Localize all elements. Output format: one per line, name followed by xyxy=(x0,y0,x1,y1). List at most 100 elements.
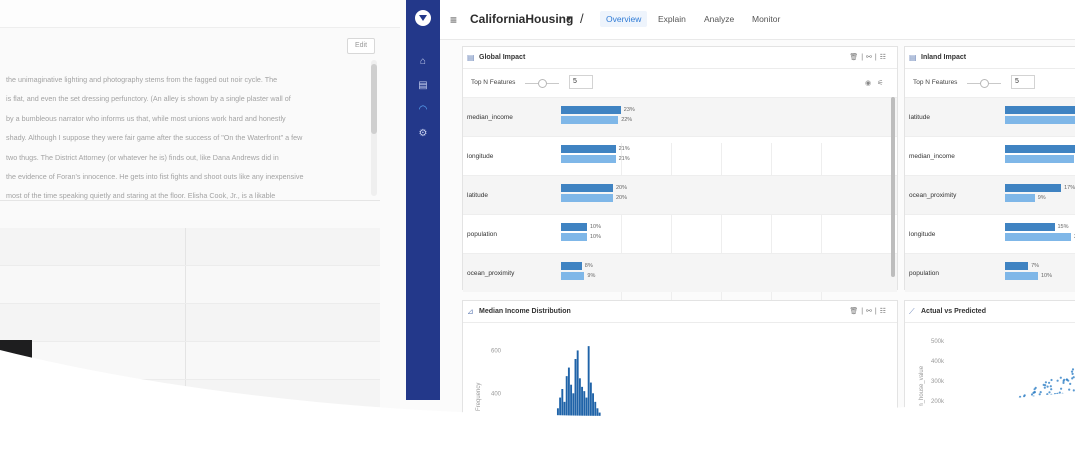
feature-row[interactable]: population 10% 10% xyxy=(463,214,897,253)
histogram-bar xyxy=(611,436,614,473)
bar-value-label: 20% xyxy=(616,195,628,201)
y-tick-label: 200 xyxy=(491,434,502,440)
feature-row[interactable]: ocean_proximity 8% 9% xyxy=(463,253,897,292)
app-logo[interactable] xyxy=(415,10,431,26)
feature-row[interactable]: median_income 23% 22% xyxy=(463,97,897,136)
histogram-bar xyxy=(554,423,557,473)
y-tick-label: 300k xyxy=(931,379,945,385)
y-tick-label: 500k xyxy=(931,339,945,345)
feature-row[interactable]: population 7% 10% xyxy=(905,253,1075,292)
project-title[interactable]: CaliforniaHousing xyxy=(470,12,573,26)
scatter-point xyxy=(1053,393,1057,396)
scatter-point xyxy=(993,415,997,418)
histogram-bar xyxy=(552,434,555,473)
document-scrollbar[interactable] xyxy=(371,60,377,196)
histogram-bar xyxy=(627,453,630,473)
feature-name: latitude xyxy=(909,114,930,121)
tab-overview[interactable]: Overview xyxy=(600,11,648,27)
feature-row[interactable]: latitude20 xyxy=(905,97,1075,136)
panel-scrollbar[interactable] xyxy=(891,97,895,277)
feature-row[interactable]: median_income xyxy=(905,136,1075,175)
scatter-point xyxy=(985,428,989,431)
scatter-point xyxy=(1018,412,1021,415)
histogram-bar xyxy=(620,446,623,473)
histogram-bar xyxy=(572,393,575,473)
grid-row xyxy=(0,228,380,266)
model-icon[interactable]: ◠ xyxy=(417,104,429,116)
scatter-point xyxy=(1023,395,1026,398)
impact-bar xyxy=(561,272,585,280)
impact-bar xyxy=(561,145,616,153)
edit-button[interactable]: Edit xyxy=(347,38,375,54)
y-tick-label: 600 xyxy=(491,348,502,354)
topn-slider-handle[interactable] xyxy=(538,79,547,88)
scatter-point xyxy=(1006,424,1009,428)
histogram-bar xyxy=(603,421,605,473)
topn-input[interactable]: 5 xyxy=(569,75,593,89)
scatter-point xyxy=(1014,426,1017,429)
feature-row[interactable]: longitude 21% 21% xyxy=(463,136,897,175)
scatter-point xyxy=(978,435,981,438)
feature-name: longitude xyxy=(467,153,494,160)
histogram-bar xyxy=(548,453,551,473)
menu-icon[interactable]: ≡ xyxy=(450,13,457,27)
y-axis-label: Frequency xyxy=(476,383,482,411)
impact-bar xyxy=(561,155,616,163)
topn-input[interactable]: 5 xyxy=(1011,75,1035,89)
document-scroll-thumb[interactable] xyxy=(371,64,377,134)
document-line: the evidence of Foran's innocence. He ge… xyxy=(6,172,304,182)
tab-monitor[interactable]: Monitor xyxy=(752,14,780,24)
y-tick-label: 200k xyxy=(931,399,945,405)
scatter-point xyxy=(1004,406,1008,409)
scatter-point xyxy=(985,437,988,440)
scatter-point xyxy=(1041,405,1044,408)
scatter-point xyxy=(1014,403,1017,406)
database-icon[interactable]: ▤ xyxy=(417,80,429,92)
histogram-bar xyxy=(561,389,564,473)
feature-name: longitude xyxy=(909,231,936,238)
scatter-point xyxy=(1000,413,1003,416)
scatter-point xyxy=(1031,411,1034,414)
topn-slider-handle[interactable] xyxy=(980,79,989,88)
scatter-point xyxy=(1056,392,1059,395)
histogram-bar xyxy=(556,408,559,473)
scatter-point xyxy=(1017,416,1020,419)
scatter-point xyxy=(999,419,1003,422)
feature-row[interactable]: longitude15%2 xyxy=(905,214,1075,253)
scatter-point xyxy=(1042,396,1045,399)
bar-chart-icon: ▤ xyxy=(467,53,475,62)
tab-explain[interactable]: Explain xyxy=(658,14,686,24)
scatter-point xyxy=(1054,397,1057,401)
scatter-point xyxy=(1058,391,1061,394)
feature-row[interactable]: ocean_proximity 17% 9% xyxy=(905,175,1075,214)
feature-row[interactable]: latitude 20% 20% xyxy=(463,175,897,214)
histogram-bar xyxy=(596,408,599,473)
chevron-down-icon[interactable]: ▼ xyxy=(565,14,573,23)
breadcrumb-separator: / xyxy=(580,11,584,26)
scatter-point xyxy=(977,432,980,436)
scatter-point xyxy=(981,438,984,441)
home-icon[interactable]: ⌂ xyxy=(417,56,429,68)
impact-bar xyxy=(1005,155,1075,163)
feature-name: latitude xyxy=(467,192,488,199)
impact-bar xyxy=(1005,106,1075,114)
scatter-point xyxy=(998,427,1001,430)
scatter-point xyxy=(1061,392,1064,395)
scatter-point xyxy=(1001,422,1005,425)
tab-analyze[interactable]: Analyze xyxy=(704,14,734,24)
settings-icon[interactable]: ⚙ xyxy=(417,128,429,140)
histogram-bar xyxy=(616,442,619,473)
impact-bar xyxy=(561,106,621,114)
histogram-bar xyxy=(567,367,570,473)
scatter-point xyxy=(1059,400,1062,403)
feature-name: ocean_proximity xyxy=(467,270,515,277)
document-line: the unimaginative lighting and photograp… xyxy=(6,75,278,84)
document-text: the unimaginative lighting and photograp… xyxy=(6,70,368,206)
panel-toolbar[interactable]: 🗑|⚯|☷ xyxy=(849,53,889,61)
histogram-bar xyxy=(574,359,577,473)
scatter-point xyxy=(1061,396,1065,399)
histogram-bar xyxy=(581,386,584,473)
panel-options[interactable]: ◉⚟ xyxy=(865,79,889,87)
scatter-point xyxy=(1042,399,1045,402)
scatter-point xyxy=(1031,401,1034,404)
